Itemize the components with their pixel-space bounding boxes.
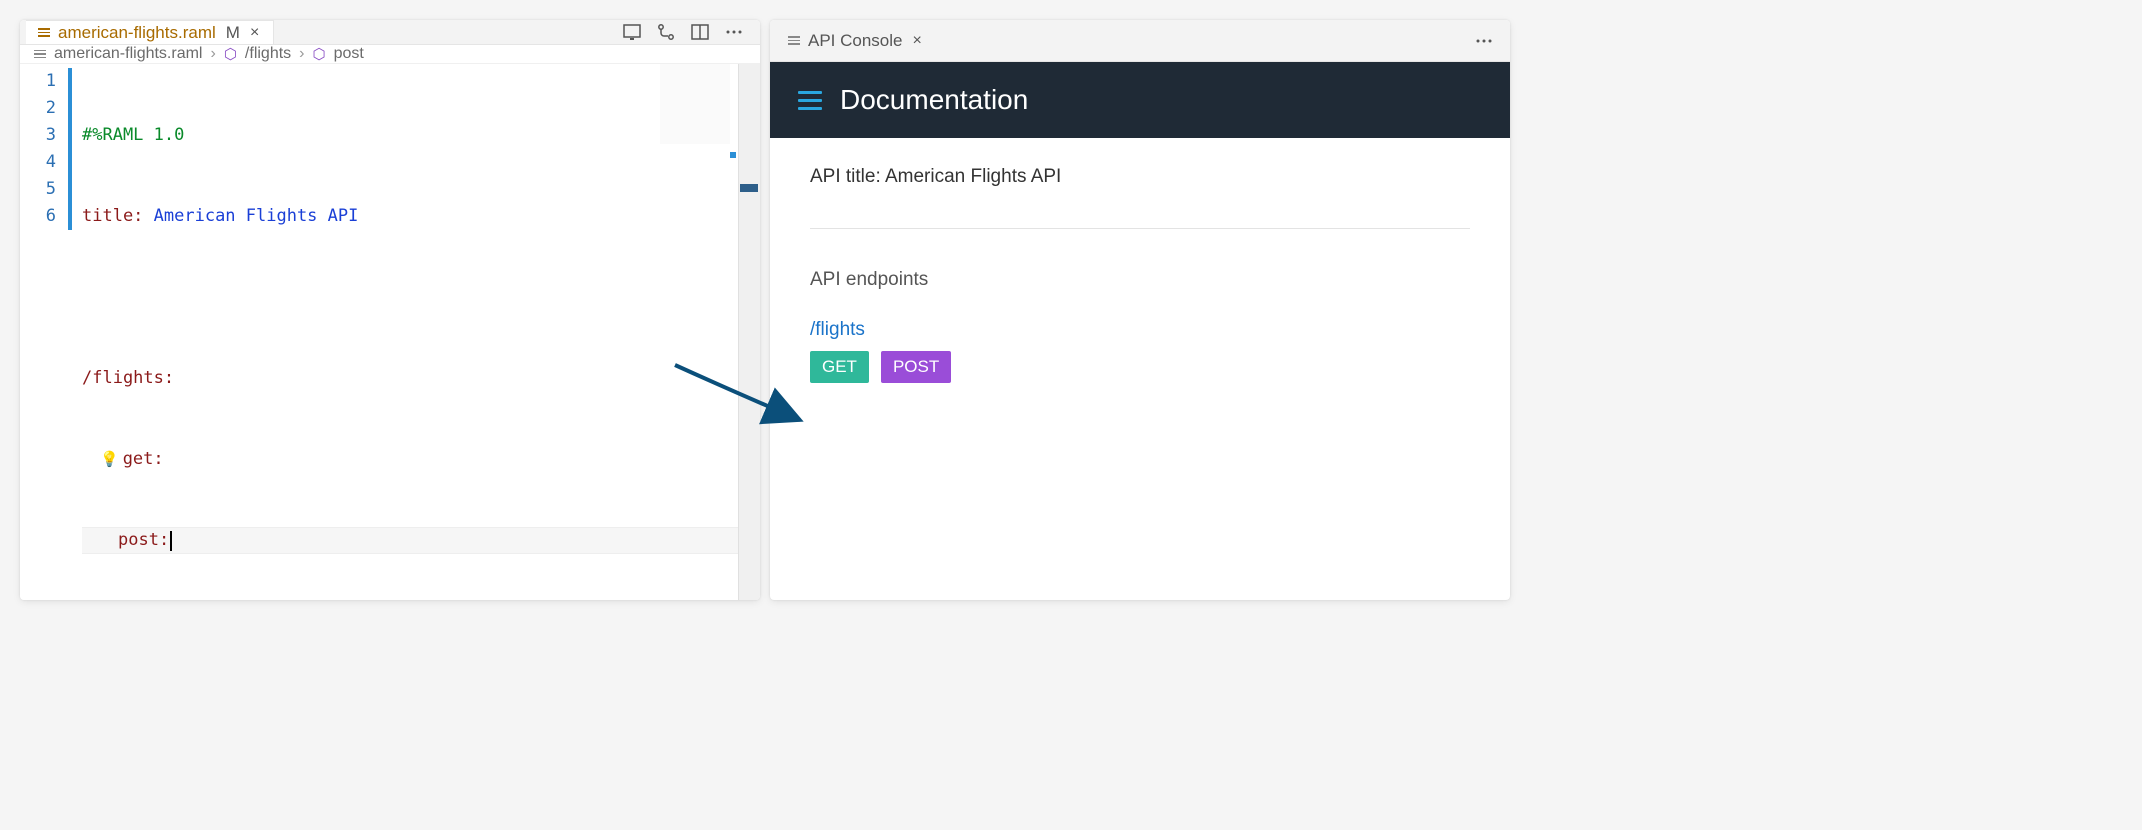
breadcrumb-file: american-flights.raml: [54, 45, 202, 63]
compare-icon[interactable]: [654, 20, 678, 44]
overview-marker: [730, 152, 736, 158]
api-title-line: API title: American Flights API: [810, 166, 1470, 188]
overview-marker: [740, 184, 758, 192]
doc-body: API title: American Flights API API endp…: [770, 138, 1510, 600]
split-icon[interactable]: [688, 20, 712, 44]
editor-tab-actions: [620, 20, 754, 44]
api-title-value: American Flights API: [885, 166, 1061, 187]
method-post-badge[interactable]: POST: [881, 351, 951, 383]
close-icon[interactable]: ×: [911, 30, 924, 52]
code-token: post:: [118, 527, 169, 554]
code-token: /flights:: [82, 365, 174, 392]
chevron-right-icon: ›: [210, 45, 215, 63]
tab-title: API Console: [808, 31, 903, 51]
cube-icon: ⬡: [224, 45, 237, 63]
endpoints-label: API endpoints: [810, 269, 1470, 291]
tab-filename: american-flights.raml: [58, 23, 216, 43]
code-token: get:: [123, 446, 164, 473]
file-icon: [788, 36, 800, 45]
minimap[interactable]: [660, 64, 730, 144]
line-gutter: 1 2 3 4 5 6: [20, 64, 68, 600]
console-tabbar: API Console ×: [770, 20, 1510, 62]
api-console-pane: API Console × Documentation API title: A…: [770, 20, 1510, 600]
doc-header-title: Documentation: [840, 84, 1028, 116]
editor-tabbar: american-flights.raml M ×: [20, 20, 760, 45]
preview-icon[interactable]: [620, 20, 644, 44]
code-area[interactable]: #%RAML 1.0 title: American Flights API /…: [72, 64, 760, 600]
code-token: #%RAML 1.0: [82, 122, 184, 149]
breadcrumb-seg1: /flights: [245, 45, 291, 63]
editor-body[interactable]: 1 2 3 4 5 6 #%RAML 1.0 title: American F…: [20, 64, 760, 600]
code-token: American Flights API: [143, 203, 358, 230]
scrollbar[interactable]: [738, 64, 760, 600]
console-tab[interactable]: API Console ×: [776, 20, 936, 61]
method-get-badge[interactable]: GET: [810, 351, 869, 383]
api-title-label: API title:: [810, 166, 885, 187]
code-token: title:: [82, 203, 143, 230]
divider: [810, 228, 1470, 229]
close-icon[interactable]: ×: [248, 22, 261, 44]
tab-dirty-marker: M: [226, 23, 240, 43]
doc-header: Documentation: [770, 62, 1510, 138]
cube-icon: ⬡: [313, 45, 326, 63]
method-row: GET POST: [810, 351, 1470, 383]
text-cursor: [170, 531, 172, 551]
chevron-right-icon: ›: [299, 45, 304, 63]
menu-icon[interactable]: [798, 91, 822, 110]
more-icon[interactable]: [722, 20, 746, 44]
lightbulb-icon[interactable]: 💡: [100, 446, 119, 473]
file-icon: [38, 28, 50, 37]
more-icon[interactable]: [1472, 29, 1496, 53]
editor-pane: american-flights.raml M × american-fligh…: [20, 20, 760, 600]
file-icon: [34, 50, 46, 59]
breadcrumb-seg2: post: [334, 45, 364, 63]
endpoint-link[interactable]: /flights: [810, 319, 1470, 341]
breadcrumb[interactable]: american-flights.raml › ⬡ /flights › ⬡ p…: [20, 45, 760, 64]
editor-tab-active[interactable]: american-flights.raml M ×: [26, 20, 274, 44]
